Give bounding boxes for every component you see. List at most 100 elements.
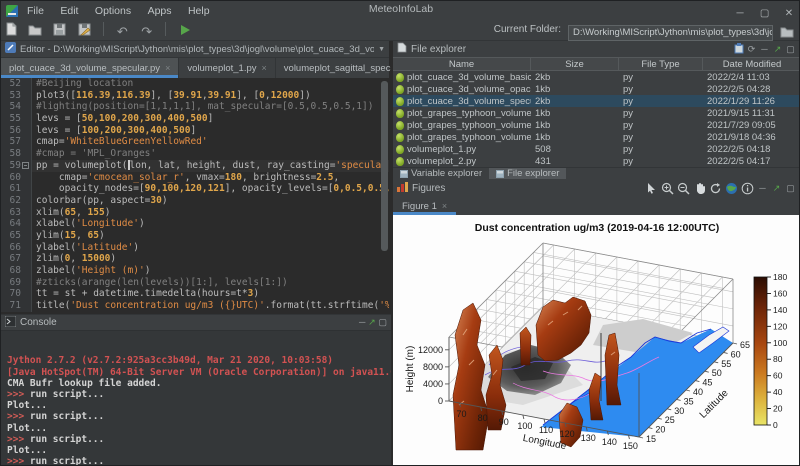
code-line[interactable]: 56levs = [100,200,300,400,500] bbox=[1, 125, 389, 137]
refresh-icon[interactable]: ⟳ bbox=[745, 44, 758, 55]
code-line[interactable]: 66ylabel('Latitude') bbox=[1, 242, 389, 254]
menu-options[interactable]: Options bbox=[89, 3, 137, 19]
menu-file[interactable]: File bbox=[21, 3, 50, 19]
z-tick-label: 0 bbox=[438, 396, 443, 406]
file-row[interactable]: plot_cuace_3d_volume_basic.py2kbpy2022/2… bbox=[393, 71, 800, 83]
paste-path-icon[interactable] bbox=[732, 43, 745, 56]
current-folder-combobox[interactable]: D:\Working\MIScript\Jython\mis\plot_type… bbox=[568, 25, 773, 41]
code-line[interactable]: 57cmap='WhiteBlueGreenYellowRed' bbox=[1, 136, 389, 148]
code-line[interactable]: 55levs = [50,100,200,300,400,500] bbox=[1, 113, 389, 125]
menu-apps[interactable]: Apps bbox=[142, 3, 178, 19]
column-file-type[interactable]: File Type bbox=[619, 58, 703, 70]
zoom-out-icon[interactable] bbox=[676, 181, 691, 196]
console-output[interactable]: Jython 2.7.2 (v2.7.2:925a3cc3b49d, Mar 2… bbox=[1, 331, 391, 466]
save-as-button[interactable] bbox=[74, 21, 94, 39]
code-line[interactable]: 69#zticks(arange(len(levels))[1:], level… bbox=[1, 277, 389, 289]
column-date-modified[interactable]: Date Modified bbox=[703, 58, 800, 70]
figures-panel: Figures ─ ↗ ▢ Figure 1 × bbox=[393, 179, 800, 466]
undo-button[interactable]: ↶ bbox=[112, 23, 132, 41]
code-line[interactable]: 68zlabel('Height (m)') bbox=[1, 265, 389, 277]
colorbar-tick-label: 40 bbox=[773, 387, 783, 397]
tab-variable-explorer[interactable]: Variable explorer bbox=[393, 168, 489, 179]
globe-icon[interactable] bbox=[724, 181, 739, 196]
python-file-icon bbox=[396, 121, 404, 130]
code-line[interactable]: 63xlim(65, 155) bbox=[1, 207, 389, 219]
console-line: >>> run script... bbox=[7, 456, 391, 466]
code-line[interactable]: 54#lighting(position=[1,1,1,1], mat_spec… bbox=[1, 101, 389, 113]
run-script-button[interactable] bbox=[175, 21, 195, 39]
tab-label: volumeplot_1.py bbox=[187, 63, 256, 74]
console-float-icon[interactable]: ↗ bbox=[368, 317, 376, 327]
variable-explorer-icon bbox=[400, 170, 408, 178]
file-icon bbox=[397, 42, 407, 56]
console-maximize-icon[interactable]: ▢ bbox=[378, 317, 387, 327]
column-size[interactable]: Size bbox=[531, 58, 619, 70]
figures-header: Figures ─ ↗ ▢ bbox=[393, 179, 800, 197]
explorer-float-icon[interactable]: ↗ bbox=[771, 44, 784, 55]
code-line[interactable]: 53plot3([116.39,116.39], [39.91,39.91], … bbox=[1, 90, 389, 102]
editor-scrollbar[interactable] bbox=[381, 81, 388, 251]
file-row[interactable]: volumeplot_1.py508py2022/2/5 04:18 bbox=[393, 143, 800, 155]
code-line[interactable]: 67zlim(0, 15000) bbox=[1, 253, 389, 265]
app-logo-icon bbox=[6, 4, 18, 16]
explorer-maximize-icon[interactable]: ▢ bbox=[784, 44, 797, 55]
code-line[interactable]: 71title('Dust concentration ug/m3 ({}UTC… bbox=[1, 300, 389, 312]
window-minimize-button[interactable]: ─ bbox=[730, 8, 750, 19]
file-explorer-icon bbox=[496, 170, 504, 178]
zoom-in-icon[interactable] bbox=[660, 181, 675, 196]
code-line[interactable]: 60 cmap='cmocean_solar_r', vmax=180, bri… bbox=[1, 172, 389, 184]
file-row[interactable]: plot_cuace_3d_volume_opacity.py1kbpy2022… bbox=[393, 83, 800, 95]
menu-help[interactable]: Help bbox=[182, 3, 216, 19]
tab-file-explorer[interactable]: File explorer bbox=[489, 168, 566, 179]
tab-plot-cuace-3d-volume-specular[interactable]: plot_cuace_3d_volume_specular.py × bbox=[1, 58, 179, 78]
explorer-minimize-icon[interactable]: ─ bbox=[758, 44, 771, 54]
new-file-button[interactable] bbox=[1, 20, 21, 38]
colorbar-tick-label: 20 bbox=[773, 404, 783, 414]
file-row[interactable]: plot_grapes_typhoon_volume_2.py1kbpy2021… bbox=[393, 131, 800, 143]
editor-panel: Editor - D:\Working\MIScript\Jython\mis\… bbox=[1, 41, 391, 314]
code-line[interactable]: 64xlabel('Longitude') bbox=[1, 218, 389, 230]
figure-tab-bar: Figure 1 × bbox=[393, 197, 800, 215]
code-line[interactable]: 58#cmap = 'MPL_Oranges' bbox=[1, 148, 389, 160]
file-row[interactable]: plot_grapes_typhoon_volume_1.py1kbpy2021… bbox=[393, 119, 800, 131]
main-toolbar: ↶ ↷ Current Folder: D:\Working\MIScript\… bbox=[1, 19, 800, 41]
file-row[interactable]: plot_grapes_typhoon_volume.py1kbpy2021/9… bbox=[393, 107, 800, 119]
identify-info-icon[interactable] bbox=[740, 181, 755, 196]
window-close-button[interactable]: ✕ bbox=[779, 8, 799, 19]
tab-figure-1[interactable]: Figure 1 × bbox=[393, 197, 456, 215]
window-maximize-button[interactable]: ▢ bbox=[755, 8, 775, 19]
x-tick-label: 70 bbox=[457, 409, 467, 419]
rotate-icon[interactable] bbox=[708, 181, 723, 196]
code-line[interactable]: 65ylim(15, 65) bbox=[1, 230, 389, 242]
console-minimize-icon[interactable]: ─ bbox=[359, 317, 365, 327]
column-name[interactable]: Name bbox=[393, 58, 531, 70]
code-editor-area[interactable]: 52#Beijing location53plot3([116.39,116.3… bbox=[1, 78, 389, 314]
file-row[interactable]: volumeplot_2.py431py2022/2/5 04:17 bbox=[393, 155, 800, 167]
open-folder-button[interactable] bbox=[25, 21, 45, 39]
close-icon[interactable]: × bbox=[262, 63, 267, 73]
close-icon[interactable]: × bbox=[165, 63, 170, 73]
editor-menu-dropdown-icon[interactable]: ▼ bbox=[378, 46, 385, 53]
code-line[interactable]: 59pp = volumeplot(lon, lat, height, dust… bbox=[1, 160, 389, 172]
menu-edit[interactable]: Edit bbox=[54, 3, 84, 19]
code-line[interactable]: 61 opacity_nodes=[90,100,120,121], opaci… bbox=[1, 183, 389, 195]
browse-folder-button[interactable] bbox=[777, 22, 797, 40]
pan-hand-icon[interactable] bbox=[692, 181, 707, 196]
tab-volumeplot-1[interactable]: volumeplot_1.py × bbox=[179, 58, 275, 78]
code-line[interactable]: 62colorbar(pp, aspect=30) bbox=[1, 195, 389, 207]
redo-button[interactable]: ↷ bbox=[137, 23, 157, 41]
file-row[interactable]: plot_cuace_3d_volume_specular.py2kbpy202… bbox=[393, 95, 800, 107]
select-arrow-icon[interactable] bbox=[644, 181, 659, 196]
code-line[interactable]: 70tt = st + datetime.timedelta(hours=t*3… bbox=[1, 288, 389, 300]
figure-canvas[interactable]: Dust concentration ug/m3 (2019-04-16 12:… bbox=[393, 215, 800, 466]
console-line: >>> run script... bbox=[7, 389, 391, 400]
code-line[interactable]: 52#Beijing location bbox=[1, 78, 389, 90]
figures-float-icon[interactable]: ↗ bbox=[770, 183, 783, 194]
file-explorer-title: File explorer bbox=[411, 44, 466, 55]
close-icon[interactable]: × bbox=[442, 201, 447, 211]
save-button[interactable] bbox=[50, 21, 70, 39]
figures-minimize-icon[interactable]: ─ bbox=[756, 183, 769, 193]
python-file-icon bbox=[396, 145, 404, 154]
figures-maximize-icon[interactable]: ▢ bbox=[784, 183, 797, 194]
app-window: File Edit Options Apps Help MeteoInfoLab… bbox=[0, 0, 800, 466]
